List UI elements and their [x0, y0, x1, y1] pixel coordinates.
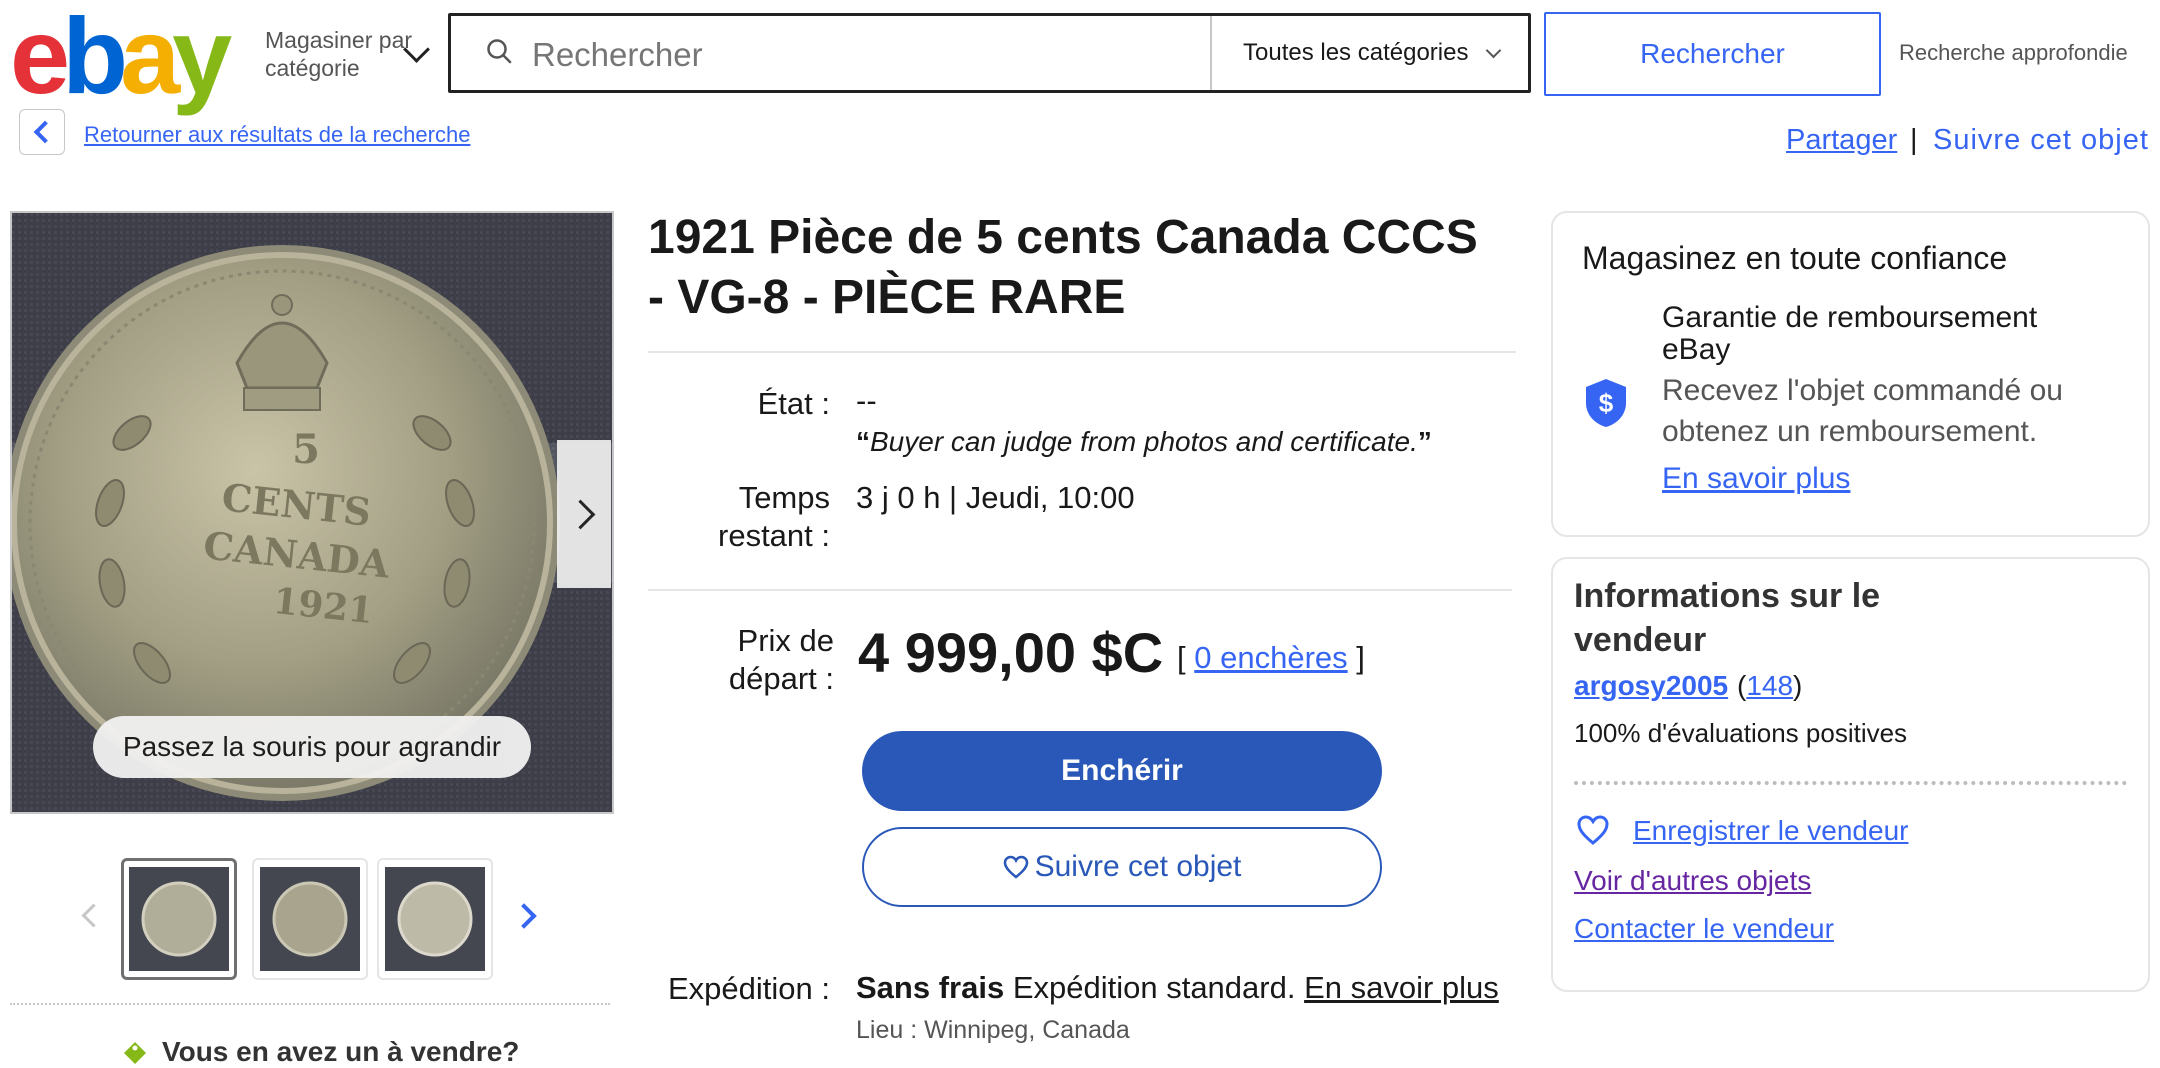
seller-positive-feedback: 100% d'évaluations positives	[1574, 718, 1908, 748]
zoom-hint: Passez la souris pour agrandir	[93, 716, 531, 778]
guarantee-description: Recevez l'objet commandé ou obtenez un r…	[1662, 374, 2063, 448]
back-button[interactable]	[19, 109, 65, 155]
chevron-down-icon	[1486, 42, 1502, 58]
item-price: 4 999,00 $C	[858, 621, 1164, 684]
shipping-free: Sans frais	[856, 970, 1005, 1005]
nav-separator: |	[1910, 124, 1918, 156]
logo-letter-e: e	[10, 0, 70, 116]
heart-icon[interactable]	[1576, 814, 1610, 846]
contact-seller-link[interactable]: Contacter le vendeur	[1574, 913, 1834, 945]
heart-icon	[1003, 855, 1028, 879]
divider	[648, 351, 1516, 353]
condition-quote: “Buyer can judge from photos and certifi…	[856, 426, 1432, 458]
item-title: 1921 Pièce de 5 cents Canada CCCS - VG-8…	[648, 211, 1478, 324]
chevron-left-icon	[33, 120, 57, 144]
search-icon	[487, 39, 512, 64]
back-to-results-link[interactable]: Retourner aux résultats de la recherche	[84, 122, 470, 148]
logo-letter-b: b	[62, 0, 128, 116]
shield-dollar-icon: $	[1586, 379, 1626, 427]
coin-thumbnail-icon	[272, 881, 348, 957]
svg-text:$: $	[1599, 388, 1614, 418]
shop-by-category-label: Magasiner par catégorie	[265, 27, 413, 81]
category-select-label: Toutes les catégories	[1243, 39, 1469, 66]
confidence-title: Magasinez en toute confiance	[1582, 240, 2008, 276]
category-select[interactable]: Toutes les catégories	[1213, 16, 1528, 90]
item-location: Lieu : Winnipeg, Canada	[856, 1016, 1130, 1044]
ebay-logo[interactable]: ebay	[10, 0, 246, 116]
quote-open-mark: “	[856, 426, 870, 457]
thumbnails-prev-icon[interactable]	[81, 903, 106, 928]
shipping-learn-more-link[interactable]: En savoir plus	[1304, 970, 1499, 1005]
shipping-type: Expédition standard.	[1012, 970, 1296, 1005]
thumbnail-3[interactable]	[377, 858, 493, 980]
time-left-label: Temps restant :	[718, 480, 830, 553]
advanced-search-link[interactable]: Recherche approfondie	[1899, 40, 2128, 66]
guarantee-learn-more-link[interactable]: En savoir plus	[1662, 462, 1850, 496]
condition-value: --	[856, 383, 877, 418]
feedback-count-link[interactable]: 148	[1746, 670, 1793, 701]
search-button[interactable]: Rechercher	[1544, 12, 1881, 96]
bids-close-bracket: ]	[1356, 640, 1365, 675]
sell-prompt[interactable]: Vous en avez un à vendre?	[162, 1036, 519, 1068]
condition-quote-text: Buyer can judge from photos and certific…	[870, 426, 1418, 457]
bids-link[interactable]: 0 enchères	[1194, 640, 1347, 675]
seller-feedback-count: (148)	[1737, 670, 1802, 702]
thumbnail-2[interactable]	[252, 858, 368, 980]
quote-close-mark: ”	[1417, 426, 1432, 457]
guarantee-title: Garantie de remboursement eBay	[1662, 301, 2038, 366]
thumbnail-1[interactable]	[121, 858, 237, 980]
divider	[648, 589, 1512, 591]
shipping-value: Sans frais Expédition standard. En savoi…	[856, 970, 1499, 1006]
seller-divider	[1574, 781, 2127, 785]
bids-open-bracket: [	[1177, 640, 1186, 675]
start-price-label: Prix de départ :	[728, 623, 834, 696]
coin-thumbnail-icon	[397, 881, 473, 957]
time-left-value: 3 j 0 h | Jeudi, 10:00	[856, 480, 1135, 515]
chevron-right-icon	[565, 499, 595, 529]
next-image-button[interactable]	[557, 440, 611, 588]
watch-item-button[interactable]: Suivre cet objet	[862, 827, 1382, 907]
place-bid-button[interactable]: Enchérir	[862, 731, 1382, 811]
watch-item-button-label: Suivre cet objet	[1034, 850, 1242, 883]
coin-text-value: 5	[292, 426, 320, 473]
bids-count: [ 0 enchères ]	[1177, 640, 1365, 676]
coin-thumbnail-icon	[141, 881, 217, 957]
search-input[interactable]	[530, 24, 1194, 86]
shipping-label: Expédition :	[668, 971, 830, 1006]
search-divider	[1210, 16, 1212, 90]
share-link[interactable]: Partager	[1786, 124, 1897, 157]
other-items-link[interactable]: Voir d'autres objets	[1574, 865, 1811, 897]
thumbnails-next-icon[interactable]	[511, 903, 537, 929]
logo-letter-a: a	[120, 0, 180, 116]
feedback-open-paren: (	[1737, 670, 1747, 701]
condition-label: État :	[757, 386, 830, 421]
save-seller-link[interactable]: Enregistrer le vendeur	[1633, 815, 1908, 847]
gallery-divider	[10, 1003, 610, 1005]
logo-letter-y: y	[172, 0, 232, 116]
feedback-close-paren: )	[1793, 670, 1803, 701]
seller-info-title: Informations sur le vendeur	[1574, 577, 1881, 659]
seller-name-link[interactable]: argosy2005	[1574, 670, 1728, 702]
price-tag-icon	[124, 1042, 146, 1064]
watch-item-link[interactable]: Suivre cet objet	[1933, 124, 2149, 157]
shop-by-category-button[interactable]: Magasiner par catégorie	[265, 26, 430, 82]
